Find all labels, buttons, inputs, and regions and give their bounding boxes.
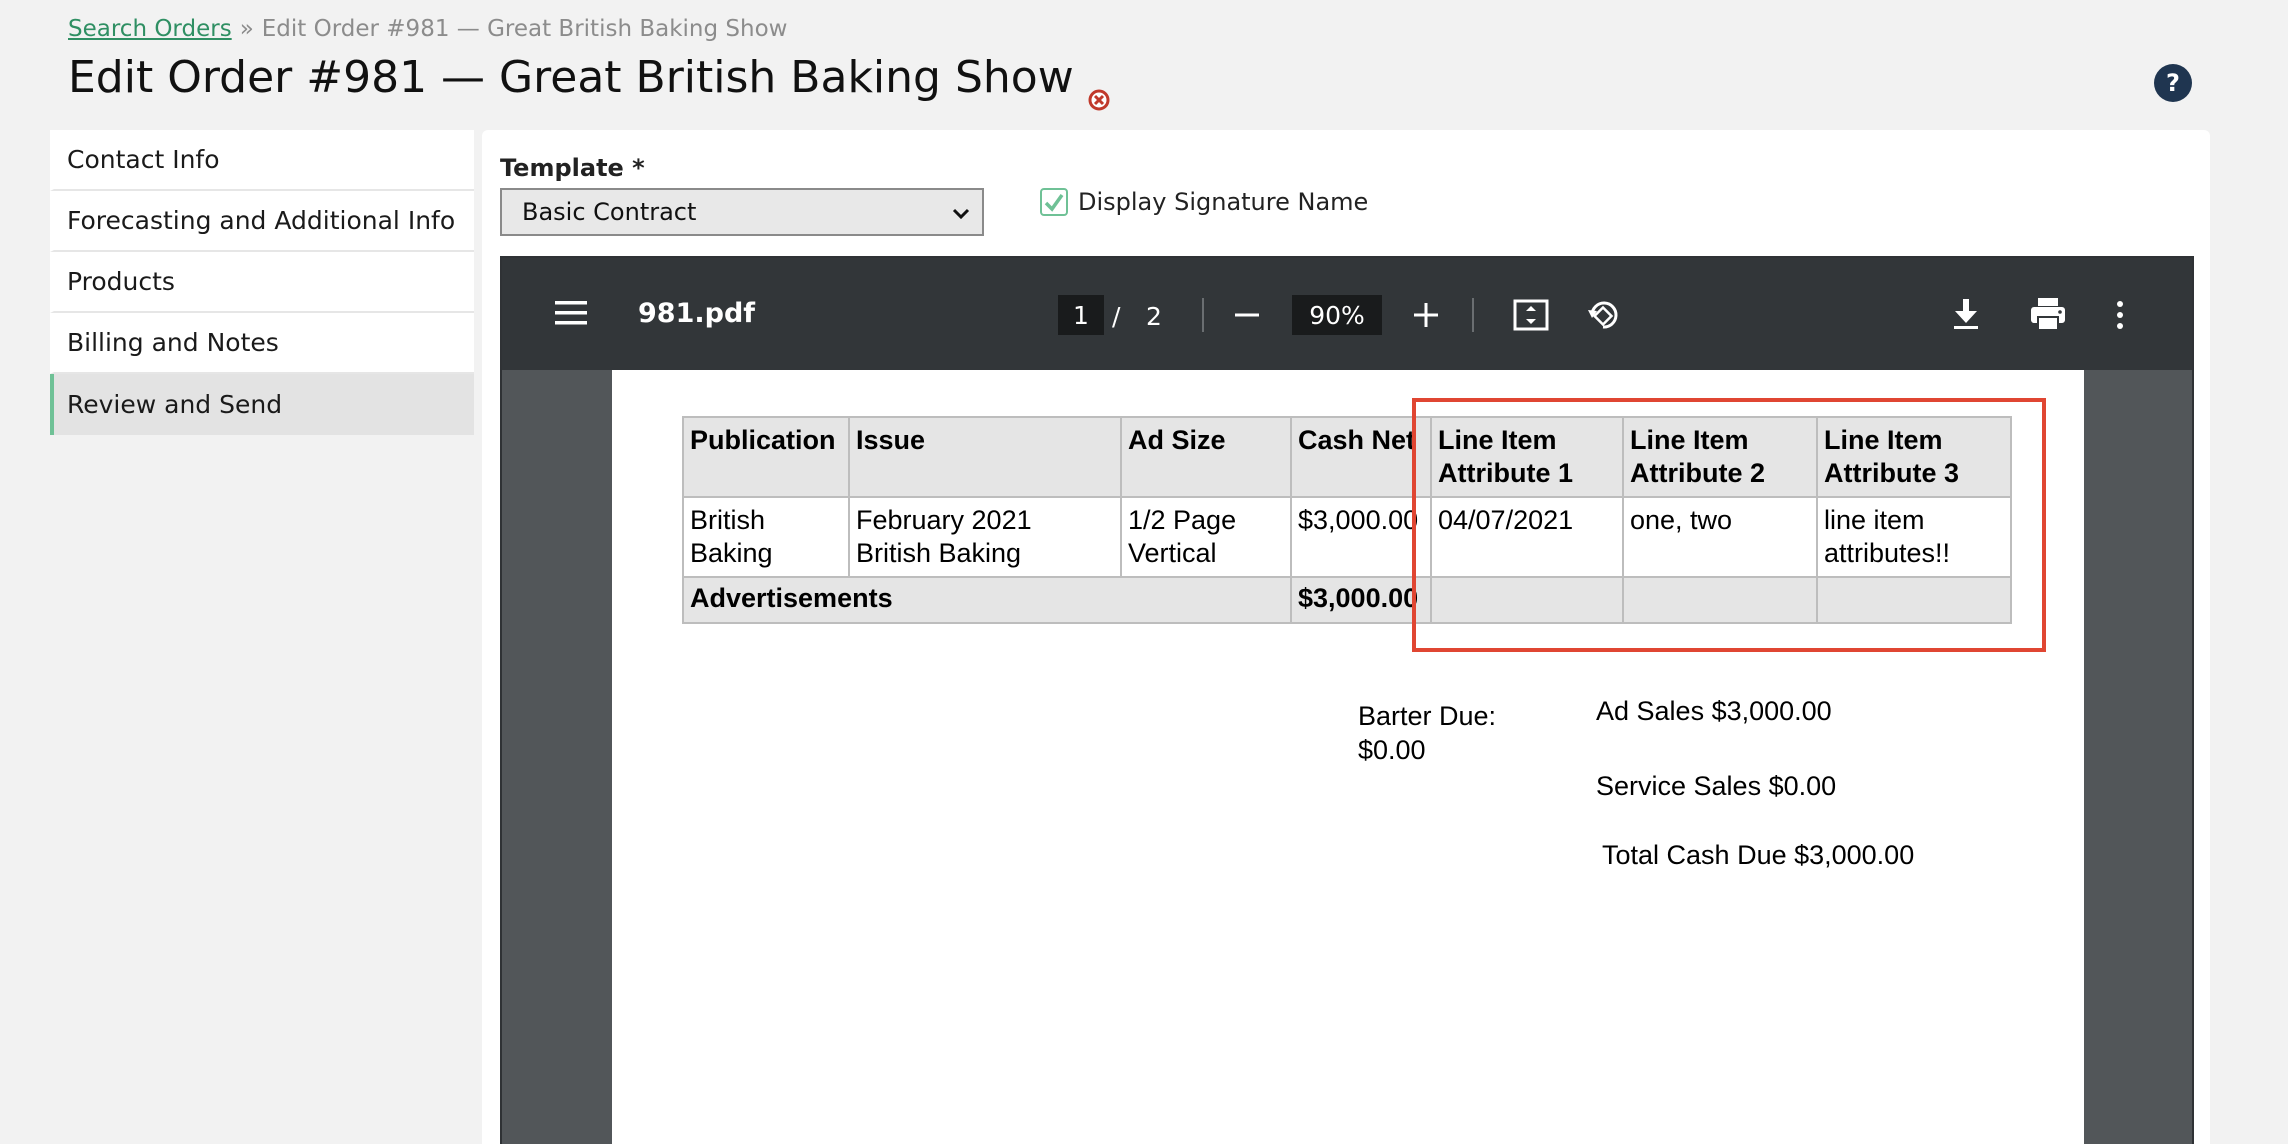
toolbar-divider [1202, 298, 1204, 332]
more-options-icon[interactable] [2114, 296, 2126, 334]
menu-icon[interactable] [552, 296, 590, 330]
table-cell-issue: February 2021 British Baking [848, 496, 1122, 578]
sidebar-item-label: Review and Send [67, 390, 283, 419]
breadcrumb: Search Orders » Edit Order #981 — Great Br… [68, 16, 787, 42]
display-signature-checkbox[interactable] [1040, 188, 1068, 216]
sidebar-item-forecasting[interactable]: Forecasting and Additional Info [50, 191, 474, 252]
zoom-level-input[interactable]: 90% [1292, 295, 1382, 335]
table-header: Issue [848, 416, 1122, 498]
template-label: Template * [500, 154, 645, 182]
rotate-icon[interactable] [1584, 296, 1622, 334]
fit-page-icon[interactable] [1512, 298, 1550, 332]
table-cell-publication: British Baking [682, 496, 850, 578]
sidebar-item-billing-notes[interactable]: Billing and Notes [50, 313, 474, 374]
page-title: Edit Order #981 — Great British Baking S… [68, 52, 1074, 103]
table-cell-total-cash-net: $3,000.00 [1290, 576, 1432, 624]
chevron-down-icon [950, 202, 972, 224]
zoom-out-icon[interactable] [1230, 296, 1264, 334]
sidebar-item-products[interactable]: Products [50, 252, 474, 313]
help-icon[interactable]: ? [2154, 64, 2192, 102]
sidebar-item-label: Forecasting and Additional Info [67, 206, 456, 235]
help-icon-label: ? [2166, 69, 2180, 97]
close-icon[interactable] [1088, 71, 1110, 110]
page-number-input[interactable]: 1 [1058, 295, 1104, 335]
page-total: 2 [1146, 301, 1162, 331]
toolbar-divider [1472, 298, 1474, 332]
template-select[interactable]: Basic Contract [500, 188, 984, 236]
barter-due-value: $0.00 [1358, 735, 1426, 765]
sidebar-item-label: Contact Info [67, 145, 220, 174]
main-panel: Template * Basic Contract Display Signat… [482, 130, 2210, 1144]
breadcrumb-current: Edit Order #981 — Great British Baking S… [261, 16, 788, 42]
sidebar-item-review-send[interactable]: Review and Send [50, 374, 474, 435]
pdf-viewer: 981.pdf 1 / 2 90% Publication Issue Ad S… [500, 256, 2194, 1144]
service-sales-total: Service Sales $0.00 [1596, 771, 1837, 801]
display-signature-label: Display Signature Name [1078, 188, 1369, 216]
breadcrumb-separator: » [239, 16, 254, 42]
print-icon[interactable] [2028, 296, 2068, 332]
display-signature-toggle[interactable]: Display Signature Name [1040, 188, 1368, 216]
ad-sales-total: Ad Sales $3,000.00 [1596, 696, 1832, 726]
zoom-in-icon[interactable] [1408, 296, 1444, 334]
template-select-value: Basic Contract [522, 198, 697, 226]
breadcrumb-link-search-orders[interactable]: Search Orders [68, 16, 232, 42]
table-header: Ad Size [1120, 416, 1292, 498]
sidebar-item-label: Products [67, 267, 175, 296]
download-icon[interactable] [1950, 296, 1982, 332]
sidebar: Contact Info Forecasting and Additional … [50, 130, 474, 435]
pdf-page: Publication Issue Ad Size Cash Net Line … [612, 370, 2084, 1144]
table-header: Cash Net [1290, 416, 1432, 498]
table-cell-cash-net: $3,000.00 [1290, 496, 1432, 578]
pdf-toolbar: 981.pdf 1 / 2 90% [502, 258, 2192, 370]
pdf-filename: 981.pdf [638, 297, 756, 329]
sidebar-item-label: Billing and Notes [67, 328, 279, 357]
table-cell-total-label: Advertisements [682, 576, 1292, 624]
highlight-annotation-box [1412, 398, 2046, 652]
table-cell-ad-size: 1/2 Page Vertical [1120, 496, 1292, 578]
page-title-container: Edit Order #981 — Great British Baking S… [68, 52, 1110, 110]
sidebar-item-contact-info[interactable]: Contact Info [50, 130, 474, 191]
table-header: Publication [682, 416, 850, 498]
page-separator: / [1112, 301, 1121, 331]
total-cash-due: Total Cash Due $3,000.00 [1602, 840, 1915, 870]
barter-due-label: Barter Due: [1358, 701, 1497, 731]
